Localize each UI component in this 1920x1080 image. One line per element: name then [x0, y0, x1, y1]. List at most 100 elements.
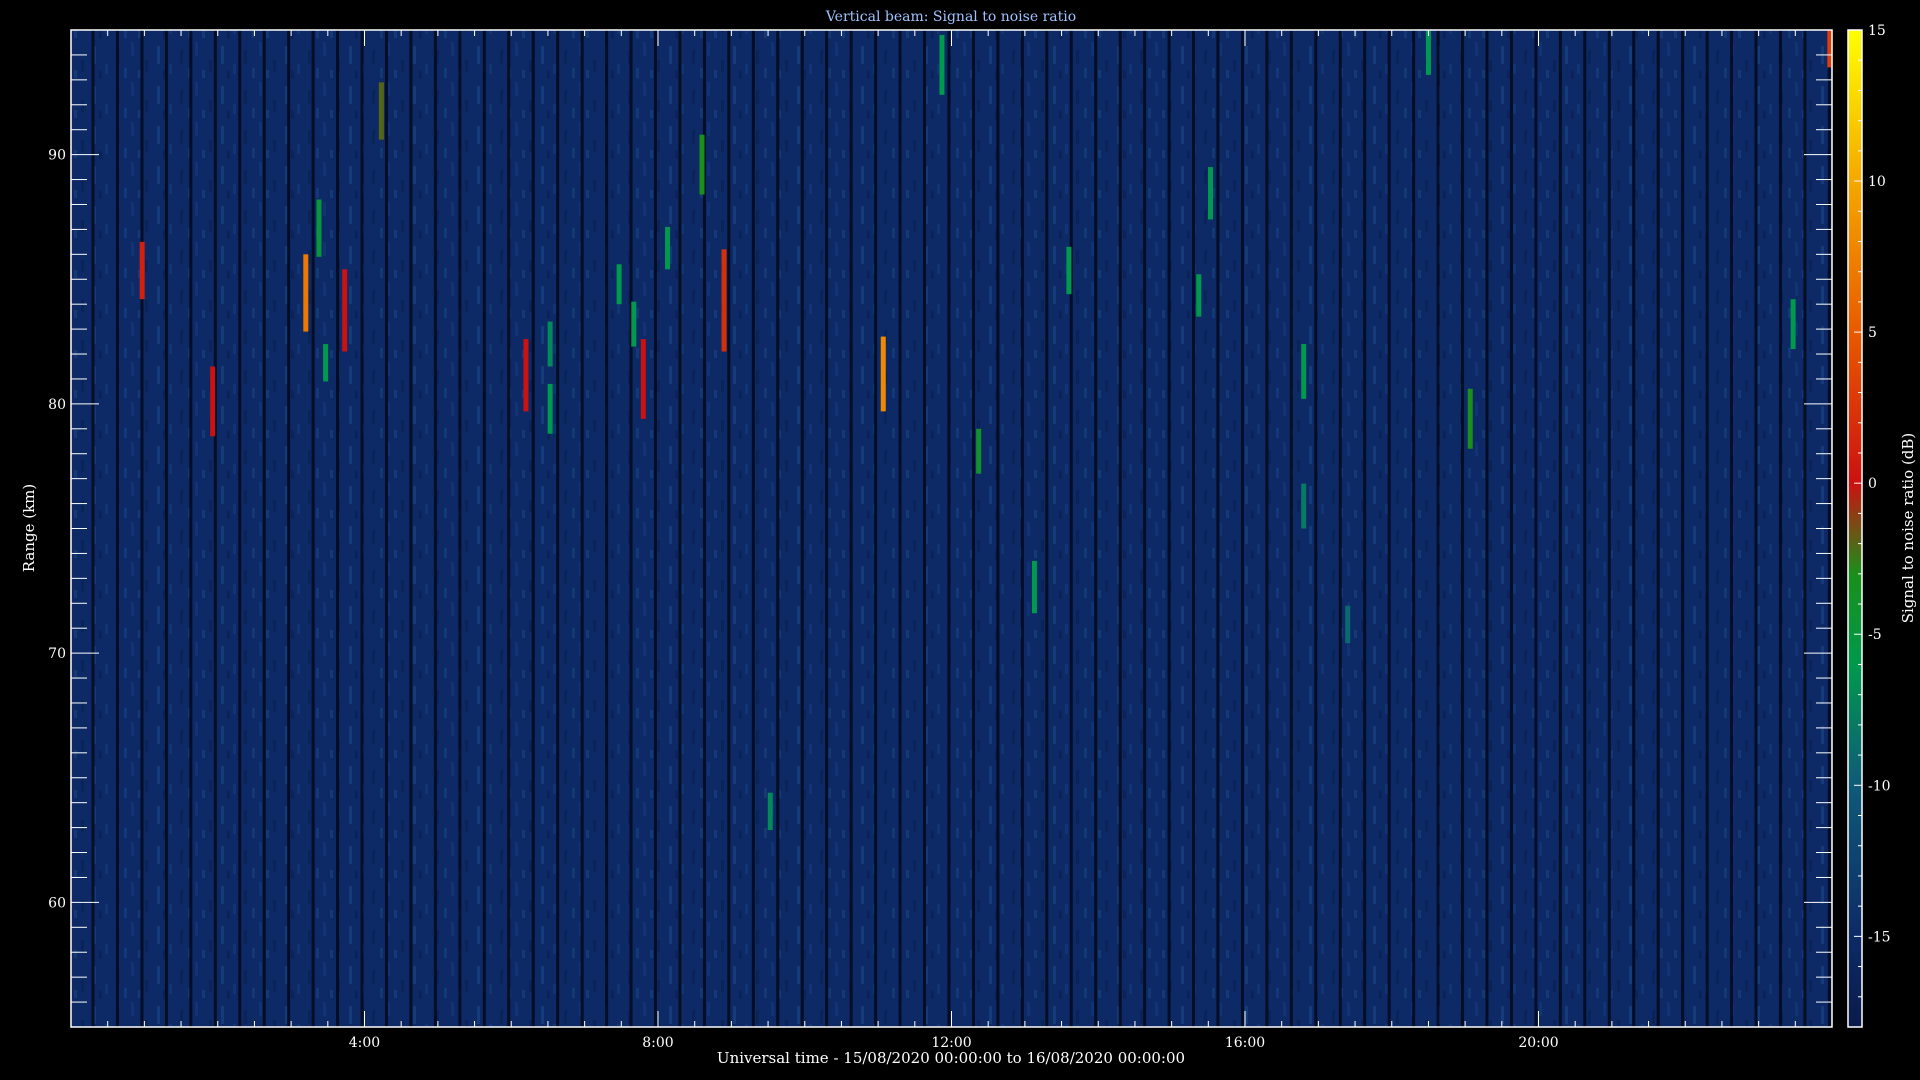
data-gap-stripe [433, 30, 437, 1027]
echo-cell [721, 249, 727, 352]
echo-cell [1208, 167, 1214, 220]
echo-cell [323, 344, 329, 382]
data-gap-stripe [262, 30, 266, 1027]
echo-cell [640, 339, 646, 419]
data-gap-stripe [384, 30, 388, 1027]
echo-cell [1066, 246, 1072, 295]
colorbar-tick-label: 10 [1868, 174, 1886, 190]
data-gap-stripe [898, 30, 902, 1027]
y-tick-label: 80 [48, 397, 66, 413]
data-gap-stripe [874, 30, 878, 1027]
data-gap-stripe [1143, 30, 1147, 1027]
colorbar-tick-label: -15 [1868, 929, 1891, 945]
data-gap-stripe [1534, 30, 1538, 1027]
colorbar-label: Signal to noise ratio (dB) [1899, 433, 1917, 624]
data-gap-stripe [287, 30, 291, 1027]
data-gap-stripe [1192, 30, 1196, 1027]
data-gap-stripe [140, 30, 144, 1027]
data-gap-stripe [1436, 30, 1440, 1027]
plot-area: 4:00 8:00 12:00 16:00 20:00 60708090 [48, 29, 1833, 1051]
data-gap-stripe [1412, 30, 1416, 1027]
echo-cell [210, 366, 216, 437]
data-gap-stripe [751, 30, 755, 1027]
echo-cell [342, 269, 348, 352]
echo-cell [665, 226, 671, 270]
data-gap-stripe [825, 30, 829, 1027]
data-gap-stripe [1240, 30, 1244, 1027]
colorbar-tick-label: 0 [1868, 476, 1877, 492]
data-gap-stripe [1265, 30, 1269, 1027]
echo-cell [616, 264, 622, 305]
colorbar-tick-label: -10 [1868, 778, 1891, 794]
colorbar: 15 10 5 0 -5 -10 -15 [1847, 23, 1891, 1028]
data-gap-stripe [947, 30, 951, 1027]
colorbar-tick-label: -5 [1868, 627, 1882, 643]
y-tick-label: 90 [48, 148, 66, 164]
data-gap-stripe [996, 30, 1000, 1027]
data-gap-stripe [971, 30, 975, 1027]
data-gap-stripe [678, 30, 682, 1027]
data-gap-stripe [1216, 30, 1220, 1027]
echo-cell [1345, 605, 1351, 644]
echo-cell [631, 301, 637, 347]
data-gap-stripe [311, 30, 315, 1027]
data-gap-stripe [1803, 30, 1807, 1027]
x-axis-label: Universal time - 15/08/2020 00:00:00 to … [717, 1049, 1185, 1067]
data-gap-stripe [336, 30, 340, 1027]
data-gap-stripe [1289, 30, 1293, 1027]
y-axis-label: Range (km) [20, 484, 38, 573]
heatmap-background [71, 30, 1832, 1027]
data-gap-stripe [1020, 30, 1024, 1027]
echo-cell [139, 241, 145, 300]
data-gap-stripe [1167, 30, 1171, 1027]
data-gap-stripe [115, 30, 119, 1027]
data-gap-stripe [1778, 30, 1782, 1027]
colorbar-tick-label: 15 [1868, 23, 1886, 39]
data-gap-stripe [1461, 30, 1465, 1027]
data-gap-stripe [164, 30, 168, 1027]
echo-cell [1031, 560, 1037, 614]
echo-cell [1467, 388, 1473, 449]
data-gap-stripe [238, 30, 242, 1027]
colorbar-gradient [1847, 29, 1863, 1028]
data-gap-stripe [531, 30, 535, 1027]
data-gap-stripe [1632, 30, 1636, 1027]
echo-cell [1425, 30, 1431, 75]
data-gap-stripe [507, 30, 511, 1027]
y-tick-label: 70 [48, 646, 66, 662]
data-gap-stripe [91, 30, 95, 1027]
data-gap-stripe [1705, 30, 1709, 1027]
data-gap-stripe [605, 30, 609, 1027]
data-gap-stripe [189, 30, 193, 1027]
data-gap-stripe [1045, 30, 1049, 1027]
echo-cell [547, 383, 553, 434]
data-gap-stripe [556, 30, 560, 1027]
data-gap-stripe [360, 30, 364, 1027]
echo-cell [1301, 344, 1307, 399]
data-gap-stripe [580, 30, 584, 1027]
echo-cell [767, 792, 773, 831]
data-gap-stripe [1754, 30, 1758, 1027]
data-gap-stripe [1485, 30, 1489, 1027]
data-gap-stripe [1363, 30, 1367, 1027]
data-gap-stripe [727, 30, 731, 1027]
data-gap-stripe [1583, 30, 1587, 1027]
data-gap-stripe [653, 30, 657, 1027]
y-tick-label: 60 [48, 895, 66, 911]
data-gap-stripe [1656, 30, 1660, 1027]
data-gap-stripe [1338, 30, 1342, 1027]
data-gap-stripe [1069, 30, 1073, 1027]
data-gap-stripe [849, 30, 853, 1027]
data-gap-stripe [1118, 30, 1122, 1027]
snr-heatmap-figure: Vertical beam: Signal to noise ratio 4:0… [20, 9, 1917, 1067]
x-tick-label: 8:00 [642, 1035, 673, 1051]
echo-cell [547, 321, 553, 367]
data-gap-stripe [1681, 30, 1685, 1027]
echo-cell [1301, 483, 1307, 529]
echo-cell [976, 428, 982, 474]
x-tick-label: 4:00 [349, 1035, 380, 1051]
data-gap-stripe [1314, 30, 1318, 1027]
echo-cell [303, 254, 309, 332]
echo-cell [316, 199, 322, 257]
data-gap-stripe [1607, 30, 1611, 1027]
